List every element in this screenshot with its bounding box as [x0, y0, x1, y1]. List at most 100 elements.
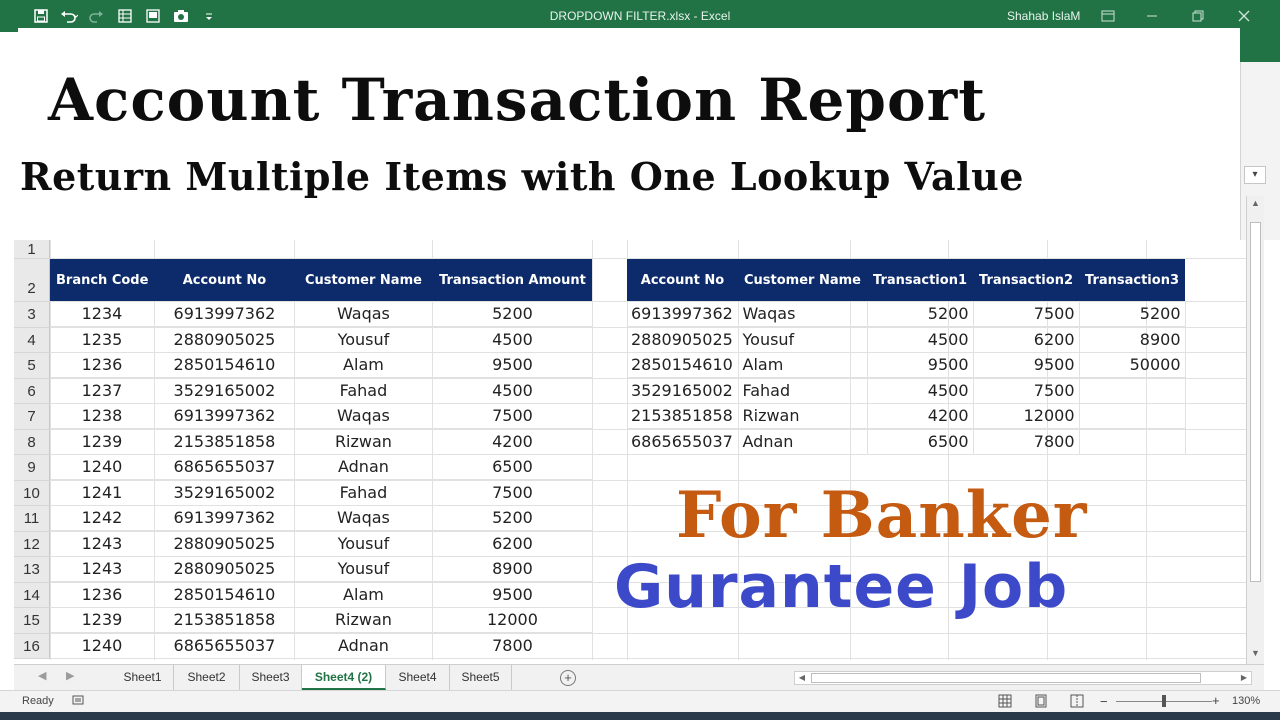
row-header[interactable]: 14 [14, 582, 50, 608]
row-header[interactable]: 15 [14, 608, 50, 634]
cell[interactable]: 7800 [973, 428, 1080, 455]
cell[interactable]: 4500 [432, 377, 593, 404]
cell[interactable]: 2153851858 [154, 428, 295, 455]
cell[interactable]: Rizwan [294, 607, 433, 633]
row-header[interactable]: 13 [14, 557, 50, 583]
cell[interactable]: 1239 [50, 607, 155, 633]
page-break-preview-icon[interactable] [1070, 694, 1084, 711]
cell[interactable]: 4500 [432, 326, 593, 353]
cell[interactable] [1079, 377, 1186, 404]
column-header[interactable]: Branch Code [50, 259, 155, 301]
cell[interactable]: 9500 [973, 352, 1080, 378]
cell[interactable]: 9500 [432, 352, 593, 378]
cell[interactable]: 9500 [432, 581, 593, 608]
cell[interactable]: Fahad [294, 377, 433, 404]
cell[interactable]: 8900 [1079, 326, 1186, 353]
cell[interactable]: 1236 [50, 352, 155, 378]
cell[interactable]: Waqas [738, 301, 868, 327]
cell[interactable]: 1237 [50, 377, 155, 404]
cell[interactable] [1079, 403, 1186, 429]
cell[interactable]: 12000 [432, 607, 593, 633]
cell[interactable]: Alam [738, 352, 868, 378]
sheet-tab[interactable]: Sheet3 [240, 665, 302, 690]
page-layout-view-icon[interactable] [1034, 694, 1048, 711]
cell[interactable]: 7500 [432, 479, 593, 506]
cell[interactable]: 2153851858 [154, 607, 295, 633]
cell[interactable]: 6500 [867, 428, 974, 455]
scroll-up-icon[interactable]: ▲ [1247, 198, 1264, 212]
cell[interactable]: 2153851858 [627, 403, 739, 429]
cell[interactable]: 1243 [50, 556, 155, 582]
cell[interactable]: 7500 [973, 301, 1080, 327]
cell[interactable]: 5200 [432, 505, 593, 531]
minimize-icon[interactable] [1140, 6, 1164, 26]
cell[interactable]: Rizwan [738, 403, 868, 429]
cell[interactable]: 1239 [50, 428, 155, 455]
vertical-scroll-thumb[interactable] [1250, 222, 1261, 582]
cell[interactable]: 2880905025 [154, 530, 295, 557]
cell[interactable]: 2850154610 [154, 581, 295, 608]
new-sheet-button[interactable]: + [560, 670, 576, 686]
cell[interactable]: 6865655037 [627, 428, 739, 455]
cell[interactable]: 6500 [432, 454, 593, 480]
scroll-right-icon[interactable]: ▶ [1237, 672, 1251, 684]
cell[interactable]: 1236 [50, 581, 155, 608]
row-header[interactable]: 4 [14, 327, 50, 353]
row-header[interactable]: 11 [14, 506, 50, 532]
cell[interactable]: Yousuf [294, 530, 433, 557]
ribbon-display-options-icon[interactable] [1096, 6, 1120, 26]
cell[interactable]: 3529165002 [154, 377, 295, 404]
zoom-slider-thumb[interactable] [1162, 695, 1166, 707]
cell[interactable]: 1238 [50, 403, 155, 429]
column-header[interactable]: Account No [154, 259, 295, 301]
restore-icon[interactable] [1186, 6, 1210, 26]
vertical-scrollbar[interactable]: ▲ ▼ [1246, 196, 1264, 664]
cell[interactable]: 50000 [1079, 352, 1186, 378]
cell[interactable]: 6200 [973, 326, 1080, 353]
row-header[interactable]: 8 [14, 429, 50, 455]
sheet-tab[interactable]: Sheet4 [386, 665, 450, 690]
row-header[interactable]: 7 [14, 404, 50, 430]
cell[interactable]: Fahad [294, 479, 433, 506]
cell[interactable]: 4500 [867, 377, 974, 404]
cell[interactable]: 2880905025 [154, 326, 295, 353]
cell[interactable]: 1240 [50, 454, 155, 480]
cell[interactable]: 6913997362 [627, 301, 739, 327]
cell[interactable]: 4200 [432, 428, 593, 455]
row-header[interactable]: 16 [14, 633, 50, 659]
normal-view-icon[interactable] [998, 694, 1012, 711]
cell[interactable]: 8900 [432, 556, 593, 582]
cell[interactable]: 6913997362 [154, 403, 295, 429]
cell[interactable]: 9500 [867, 352, 974, 378]
user-name[interactable]: Shahab IslaM [1007, 9, 1080, 23]
tab-scroll-right-icon[interactable]: ▶ [66, 669, 74, 682]
sheet-tab[interactable]: Sheet5 [450, 665, 512, 690]
cell[interactable]: Adnan [738, 428, 868, 455]
cell[interactable]: Waqas [294, 505, 433, 531]
cell[interactable]: 6913997362 [154, 301, 295, 327]
chevron-down-icon[interactable]: ▾ [1244, 166, 1266, 184]
zoom-in-icon[interactable]: + [1212, 693, 1220, 708]
row-header[interactable]: 10 [14, 480, 50, 506]
cell[interactable]: Waqas [294, 403, 433, 429]
tab-scroll-left-icon[interactable]: ◀ [38, 669, 46, 682]
cell[interactable]: Waqas [294, 301, 433, 327]
column-header[interactable]: Customer Name [294, 259, 433, 301]
cell[interactable]: 5200 [432, 301, 593, 327]
cell[interactable]: 3529165002 [154, 479, 295, 506]
row-header[interactable]: 6 [14, 378, 50, 404]
cell[interactable]: 4500 [867, 326, 974, 353]
cell[interactable]: Alam [294, 352, 433, 378]
cell[interactable]: 2880905025 [154, 556, 295, 582]
cell[interactable]: Adnan [294, 454, 433, 480]
column-header[interactable]: Account No [627, 259, 738, 301]
cell[interactable]: 2880905025 [627, 326, 739, 353]
cell[interactable]: 12000 [973, 403, 1080, 429]
cell[interactable]: 6200 [432, 530, 593, 557]
cell[interactable] [1079, 428, 1186, 455]
cell[interactable]: Adnan [294, 632, 433, 659]
row-header[interactable]: 5 [14, 353, 50, 379]
cell[interactable]: 5200 [1079, 301, 1186, 327]
zoom-out-icon[interactable]: − [1100, 694, 1108, 709]
cell[interactable]: 1234 [50, 301, 155, 327]
